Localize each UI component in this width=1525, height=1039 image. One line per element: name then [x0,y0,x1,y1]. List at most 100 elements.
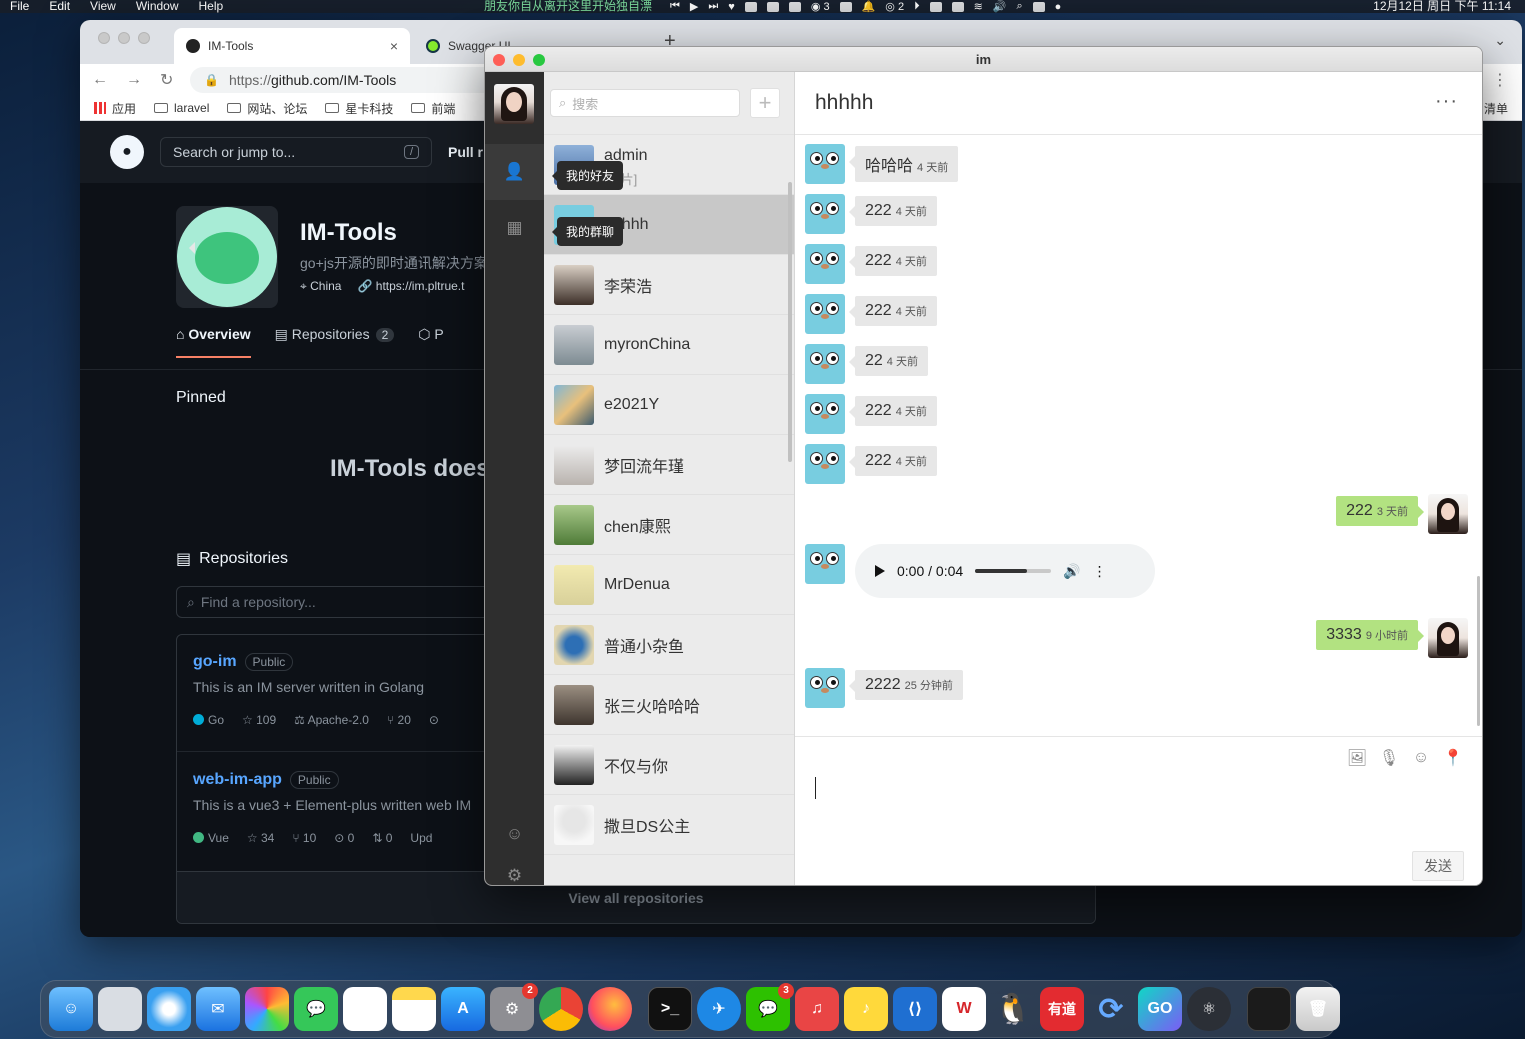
finder-icon[interactable]: ☺ [49,987,93,1031]
terminal-icon[interactable]: >_ [648,987,692,1031]
photos-icon[interactable] [245,987,289,1031]
goland-icon[interactable]: GO [1138,987,1182,1031]
tab-repositories[interactable]: ▤ Repositories 2 [275,326,395,358]
bookmark-xingka[interactable]: 星卡科技 [325,100,393,117]
contact-item[interactable]: myronChina [544,315,794,375]
play-icon[interactable]: ▶ [690,0,698,13]
gopher-avatar-icon[interactable] [805,244,845,284]
close-tab-icon[interactable]: × [390,38,398,54]
image-icon[interactable]: 🖼 [1347,749,1367,767]
contact-list-scrollbar[interactable] [788,182,792,462]
location-icon[interactable]: 📍 [1443,749,1463,767]
contact-item[interactable]: 不仅与你 [544,735,794,795]
reading-list-label[interactable]: 清单 [1484,100,1508,117]
message-bubble[interactable]: 222 4 天前 [849,296,937,326]
heart-icon[interactable]: ♥ [728,1,735,13]
battery-icon[interactable] [951,1,964,12]
wechat-icon[interactable]: 💬 3 [746,983,794,1031]
close-window-button[interactable] [493,54,505,66]
volume-icon[interactable]: 🔊 [993,0,1007,13]
message-bubble[interactable]: 哈哈哈 4 天前 [848,146,959,182]
launchpad-icon[interactable] [98,987,142,1031]
zoom-window-button[interactable] [138,32,150,44]
contact-item[interactable]: chen康熙 [544,495,794,555]
contact-item[interactable]: MrDenua [544,555,794,615]
minimize-window-button[interactable] [513,54,525,66]
volume-icon[interactable]: 🔊 [1063,563,1080,580]
repo-prs[interactable]: ⇅ 0 [372,831,392,845]
bookmark-apps[interactable]: 应用 [94,100,136,117]
message-bubble[interactable]: 2222 25 分钟前 [849,670,963,700]
message-bubble[interactable]: 222 4 天前 [849,446,937,476]
wps-icon[interactable]: W [942,987,986,1031]
website-link[interactable]: 🔗 https://im.pltrue.t [357,279,464,294]
contact-item[interactable]: 撒旦DS公主 [544,795,794,855]
microphone-icon[interactable]: 🎙 [1379,749,1399,767]
gopher-avatar-icon[interactable] [805,394,845,434]
contact-item[interactable]: 张三火哈哈哈 [544,675,794,735]
forward-icon[interactable]: → [126,71,142,89]
gopher-avatar-icon[interactable] [805,194,845,234]
message-bubble[interactable]: 3333 9 小时前 [1316,620,1424,650]
message-bubble[interactable]: 22 4 天前 [849,346,928,376]
clock[interactable]: 12月12日 周日 下午 11:14 [1373,0,1511,13]
safari-icon[interactable] [147,987,191,1031]
repo-forks[interactable]: ⑂ 20 [387,713,411,727]
send-button[interactable]: 发送 [1412,851,1464,881]
qq-icon[interactable]: 🐧 [991,987,1035,1031]
feishu-icon[interactable]: ✈ [697,987,741,1031]
wifi-icon[interactable]: ≋ [974,0,983,13]
chrome-icon[interactable] [539,987,583,1031]
reload-icon[interactable]: ↻ [160,70,173,90]
system-preferences-icon[interactable]: ⚙ 2 [490,983,538,1031]
prev-track-icon[interactable]: ⏮ [670,0,680,13]
my-avatar[interactable] [1428,618,1468,658]
app-store-icon[interactable]: A [441,987,485,1031]
tab-packages[interactable]: ⬡ P [418,326,443,358]
contact-item[interactable]: 李荣浩 [544,255,794,315]
my-avatar[interactable] [1428,494,1468,534]
audio-progress-slider[interactable] [975,569,1052,573]
tab-menu-chevron-icon[interactable]: ⌄ [1494,32,1506,49]
netease-music-icon[interactable]: ♫ [795,987,839,1031]
gopher-avatar-icon[interactable] [805,294,845,334]
message-bubble[interactable]: 222 4 天前 [849,196,937,226]
bookmark-frontend[interactable]: 前端 [411,100,455,117]
youdao-icon[interactable]: 有道 [1040,987,1084,1031]
repo-forks[interactable]: ⑂ 10 [292,831,316,845]
next-track-icon[interactable]: ⏭ [708,0,718,13]
firefox-icon[interactable] [588,987,632,1031]
scan-icon[interactable] [788,1,801,12]
electron-icon[interactable]: ⚛ [1187,987,1231,1031]
minimize-window-button[interactable] [118,32,130,44]
repo-name-link[interactable]: web-im-app [193,771,282,789]
back-icon[interactable]: ← [92,71,108,89]
mail-icon[interactable]: ✉ [196,987,240,1031]
github-search-input[interactable]: Search or jump to... / [160,137,432,167]
minimized-window-icon[interactable] [1247,987,1291,1031]
gopher-avatar-icon[interactable] [805,668,845,708]
repo-name-link[interactable]: go-im [193,653,237,671]
contact-search-input[interactable]: ⌕ 搜索 [550,89,740,117]
repo-stars[interactable]: ☆ 34 [247,831,274,845]
rail-settings[interactable]: ⚙ [485,856,544,885]
message-list-scrollbar[interactable] [1477,576,1480,726]
bell-icon[interactable]: 🔔 [862,0,876,13]
repo-issues[interactable]: ⊙ 0 [334,831,354,845]
audio-menu-icon[interactable]: ⋮ [1093,563,1107,580]
vscode-icon[interactable]: ⟨⟩ [893,987,937,1031]
my-avatar[interactable] [494,84,534,124]
word-icon[interactable] [744,1,757,12]
tab-im-tools[interactable]: IM-Tools × [174,28,410,64]
menu-view[interactable]: View [80,0,126,13]
control-center-icon[interactable] [1032,1,1045,12]
gopher-avatar-icon[interactable] [805,344,845,384]
siri-icon[interactable]: ● [1055,1,1062,13]
message-bubble[interactable]: 222 4 天前 [849,396,937,426]
more-options-icon[interactable]: ··· [1435,90,1458,113]
play-icon[interactable] [875,565,885,577]
feather-icon[interactable] [766,1,779,12]
notes-icon[interactable] [392,987,436,1031]
emoji-icon[interactable]: ☺ [1412,749,1430,767]
repo-stars[interactable]: ☆ 109 [242,713,276,727]
